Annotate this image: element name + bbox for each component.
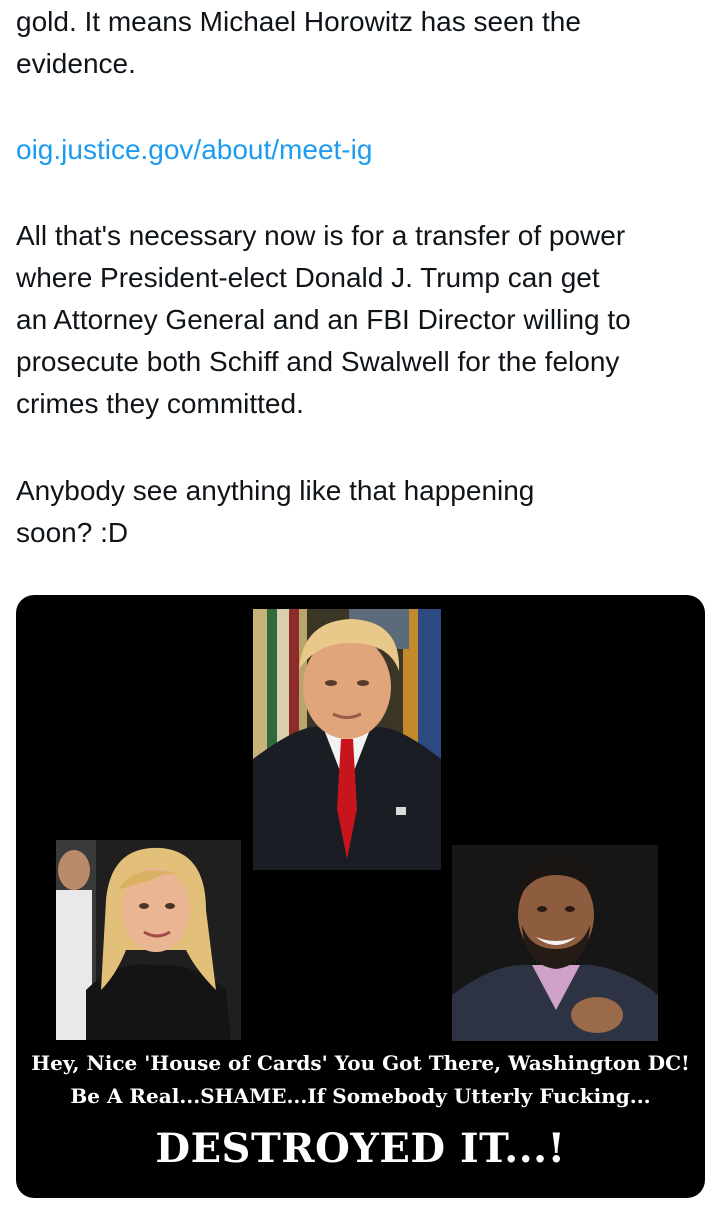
image-caption-line: Hey, Nice 'House of Cards' You Got There… xyxy=(31,1051,690,1075)
portrait-photo-right xyxy=(452,845,658,1041)
image-caption-headline: DESTROYED IT...! xyxy=(155,1125,566,1172)
portrait-photo-left xyxy=(56,840,241,1040)
portrait-photo-top xyxy=(253,609,441,870)
post-paragraph: gold. It means Michael Horowitz has seen… xyxy=(16,6,581,79)
post-paragraph: All that's necessary now is for a transf… xyxy=(16,220,631,419)
post-link[interactable]: oig.justice.gov/about/meet-ig xyxy=(16,129,372,171)
image-caption-line: Be A Real...SHAME...If Somebody Utterly … xyxy=(70,1084,651,1108)
post-paragraph: Anybody see anything like that happening… xyxy=(16,475,535,548)
post-image[interactable]: Hey, Nice 'House of Cards' You Got There… xyxy=(16,595,705,1198)
